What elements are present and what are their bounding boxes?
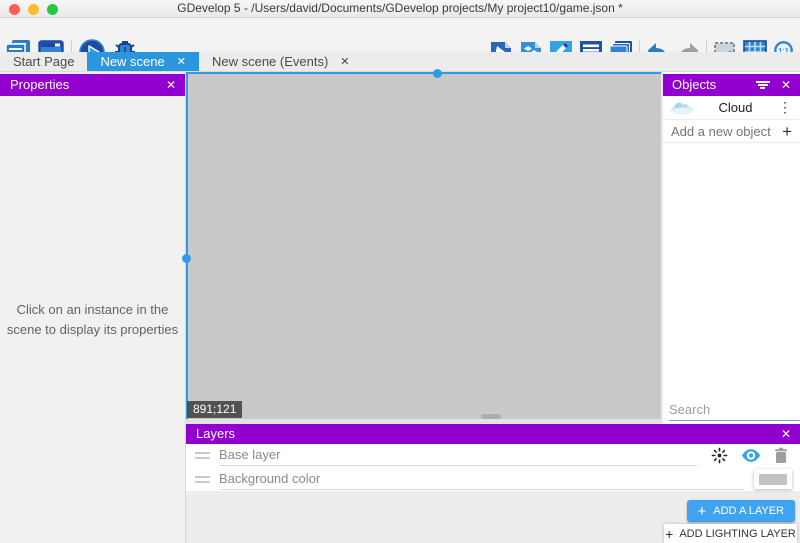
properties-empty-message: Click on an instance in the scene to dis…	[0, 300, 185, 340]
close-window-button[interactable]	[9, 4, 20, 15]
layers-panel: Layers ✕ Base layer	[186, 424, 800, 543]
drag-handle-icon[interactable]	[195, 476, 210, 483]
objects-panel-header: Objects ✕	[663, 74, 800, 96]
layer-row-background-color[interactable]: Background color	[186, 467, 800, 491]
objects-panel-title: Objects	[672, 77, 716, 92]
selection-handle-top[interactable]	[433, 69, 442, 78]
layer-name-field[interactable]: Background color	[219, 469, 744, 490]
layers-footer: + ADD A LAYER	[186, 491, 800, 523]
window-titlebar: GDevelop 5 - /Users/david/Documents/GDev…	[0, 0, 800, 18]
layer-row-actions	[697, 447, 792, 464]
add-layer-label: ADD A LAYER	[713, 505, 784, 517]
tab-new-scene-events[interactable]: New scene (Events) ✕	[199, 52, 363, 71]
background-color-picker[interactable]	[754, 469, 792, 489]
plus-icon: +	[782, 123, 792, 140]
add-object-label: Add a new object	[671, 124, 782, 139]
tab-label: Start Page	[13, 52, 74, 72]
plus-icon: +	[665, 526, 673, 542]
scene-canvas[interactable]: 891;121	[186, 72, 661, 419]
filter-icon[interactable]	[756, 81, 770, 90]
add-lighting-layer-label: ADD LIGHTING LAYER	[679, 528, 796, 540]
properties-panel-title: Properties	[10, 77, 69, 92]
layer-row-base[interactable]: Base layer	[186, 444, 800, 467]
tab-close-icon[interactable]: ✕	[177, 52, 186, 72]
selection-left-edge	[186, 72, 188, 419]
minimize-window-button[interactable]	[28, 4, 39, 15]
tab-close-icon[interactable]: ✕	[340, 52, 349, 72]
cursor-coordinates-badge: 891;121	[187, 401, 242, 418]
close-icon[interactable]: ✕	[166, 74, 176, 96]
plus-icon: +	[698, 503, 707, 520]
properties-panel: Properties ✕ Click on an instance in the…	[0, 72, 186, 543]
object-menu-icon[interactable]: ⋮	[776, 99, 794, 116]
drag-handle-icon[interactable]	[195, 452, 210, 459]
selection-handle-left[interactable]	[182, 254, 191, 263]
zoom-window-button[interactable]	[47, 4, 58, 15]
close-icon[interactable]: ✕	[781, 74, 791, 96]
effects-icon[interactable]	[711, 447, 728, 464]
layer-name-field[interactable]: Base layer	[219, 445, 697, 466]
delete-trash-icon[interactable]	[774, 447, 788, 464]
objects-search-row	[669, 398, 796, 422]
add-layer-button[interactable]: + ADD A LAYER	[687, 500, 795, 522]
tab-label: New scene	[100, 52, 164, 72]
tab-new-scene[interactable]: New scene ✕	[87, 52, 199, 71]
add-lighting-layer-button[interactable]: + ADD LIGHTING LAYER	[664, 524, 797, 543]
window-title: GDevelop 5 - /Users/david/Documents/GDev…	[177, 1, 623, 15]
object-row-cloud[interactable]: Cloud ⋮	[663, 96, 800, 120]
layers-panel-header: Layers ✕	[186, 424, 800, 444]
layers-panel-title: Layers	[196, 426, 235, 441]
visibility-eye-icon[interactable]	[741, 448, 761, 463]
object-name: Cloud	[695, 100, 776, 115]
selection-top-edge	[186, 72, 661, 74]
tab-start-page[interactable]: Start Page	[0, 52, 87, 71]
tab-label: New scene (Events)	[212, 52, 328, 72]
properties-panel-header: Properties ✕	[0, 74, 185, 96]
traffic-lights	[9, 4, 58, 15]
add-new-object-button[interactable]: Add a new object +	[663, 120, 800, 143]
close-icon[interactable]: ✕	[781, 424, 791, 444]
objects-search-input[interactable]	[669, 399, 800, 421]
cloud-object-thumbnail	[669, 100, 695, 115]
editor-tabbar: Start Page New scene ✕ New scene (Events…	[0, 52, 800, 72]
objects-panel: Objects ✕ Cloud ⋮ Add a new object +	[663, 72, 800, 424]
color-swatch	[759, 474, 787, 485]
main-toolbar: 1:1	[0, 18, 800, 52]
